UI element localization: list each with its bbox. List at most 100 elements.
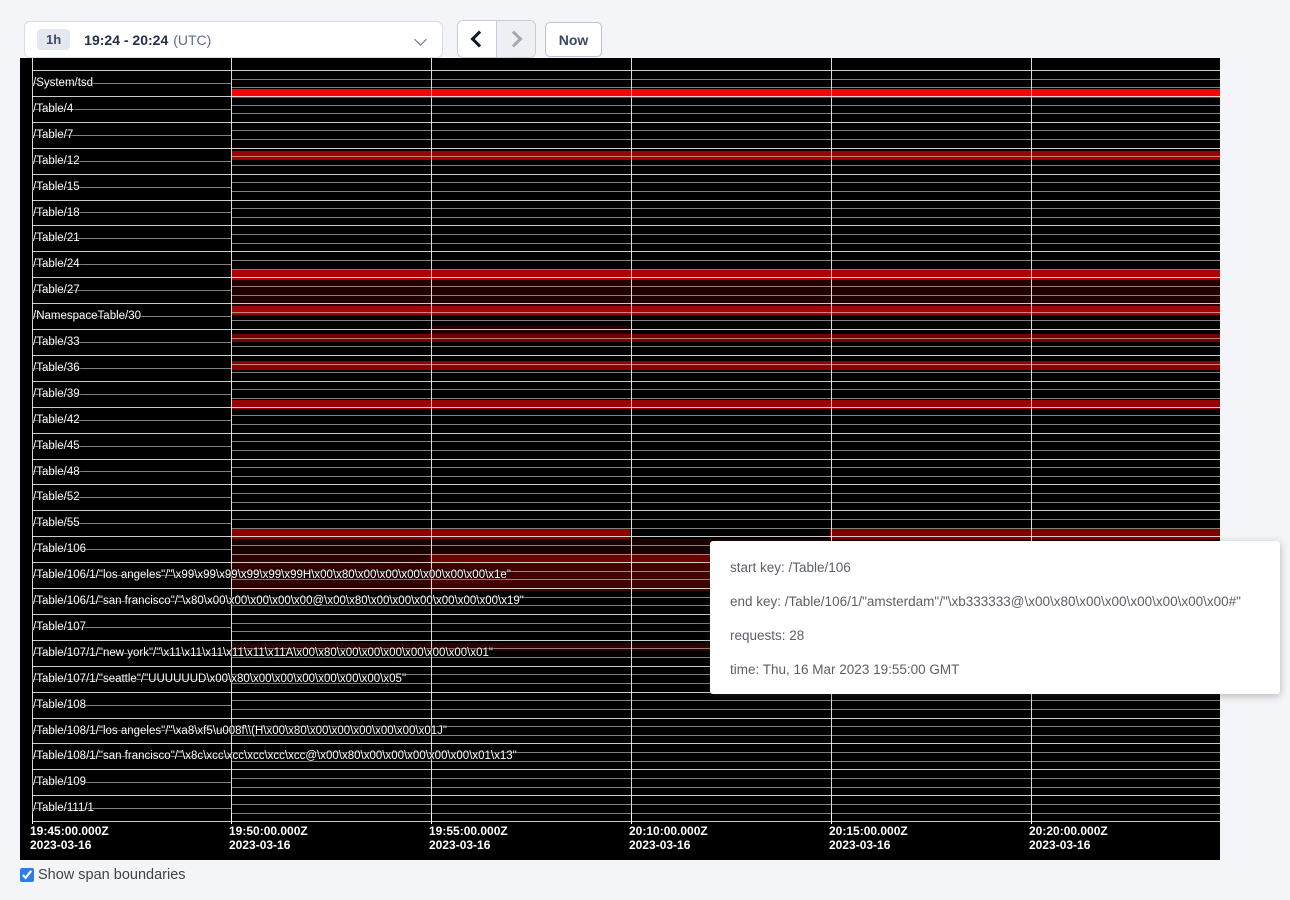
span-boundary-line: [231, 700, 1220, 701]
row-label: /Table/107/1/"new york"/"\x11\x11\x11\x1…: [33, 647, 493, 660]
span-boundary-line: [32, 536, 1220, 537]
axis-date-label: 2023-03-16: [829, 838, 890, 852]
row-label: /Table/106/1/"los angeles"/"\x99\x99\x99…: [33, 569, 511, 582]
show-span-boundaries-checkbox[interactable]: [20, 868, 34, 882]
tooltip-start-key: start key: /Table/106: [730, 558, 1260, 578]
span-boundary-line: [231, 476, 1220, 477]
previous-range-button[interactable]: [458, 21, 496, 57]
span-boundary-line: [231, 709, 1220, 710]
row-label: /Table/45: [33, 440, 80, 453]
span-boundary-line: [231, 165, 1220, 166]
row-label: /Table/107/1/"seattle"/"UUUUUUD\x00\x80\…: [33, 673, 406, 686]
span-boundary-line: [231, 813, 1220, 814]
show-span-boundaries-label: Show span boundaries: [38, 867, 186, 883]
heatmap[interactable]: /System/tsd/Table/4/Table/7/Table/12/Tab…: [20, 58, 1220, 860]
heat-band: [232, 306, 1220, 315]
axis-tick: [231, 814, 232, 824]
row-label: /Table/109: [33, 776, 86, 789]
axis-tick: [431, 814, 432, 824]
span-boundary-line: [231, 389, 1220, 390]
span-boundary-line: [231, 528, 1220, 529]
span-boundary-line: [231, 502, 1220, 503]
heat-band: [232, 280, 1220, 306]
row-label: /Table/52: [33, 491, 80, 504]
row-label: /Table/111/1: [33, 802, 94, 815]
span-boundary-line: [231, 269, 1220, 270]
show-span-boundaries-control[interactable]: Show span boundaries: [20, 867, 186, 883]
span-boundary-line: [32, 200, 1220, 201]
row-label: /Table/15: [33, 181, 80, 194]
span-boundary-line: [231, 519, 1220, 520]
span-boundary-line: [32, 433, 1220, 434]
span-boundary-line: [231, 364, 1220, 365]
axis-time-label: 19:50:00.000Z: [229, 824, 308, 838]
tooltip-end-key: end key: /Table/106/1/"amsterdam"/"\xb33…: [730, 592, 1260, 612]
heat-band: [232, 270, 1220, 280]
time-bucket-boundary-line: [431, 58, 432, 821]
span-boundary-line: [231, 295, 1220, 296]
chevron-left-icon: [471, 31, 488, 48]
span-boundary-line: [32, 718, 1220, 719]
span-boundary-line: [231, 778, 1220, 779]
span-boundary-line: [231, 113, 1220, 114]
row-label: /Table/24: [33, 258, 80, 271]
span-boundary-line: [231, 372, 1220, 373]
key-visualizer-page: 1h 19:24 - 20:24 (UTC) Now /System/tsd/T…: [0, 0, 1290, 900]
span-boundary-line: [231, 787, 1220, 788]
span-boundary-line: [231, 493, 1220, 494]
span-boundary-line: [32, 381, 1220, 382]
time-bucket-boundary-line: [1031, 58, 1032, 821]
span-boundary-line: [32, 743, 1220, 744]
time-nav-button-group: [457, 20, 536, 58]
axis-tick: [831, 814, 832, 824]
span-boundary-line: [32, 355, 1220, 356]
span-boundary-line: [231, 243, 1220, 244]
next-range-button[interactable]: [496, 21, 535, 57]
axis-tick: [631, 814, 632, 824]
now-button[interactable]: Now: [545, 22, 602, 57]
tooltip-time: time: Thu, 16 Mar 2023 19:55:00 GMT: [730, 660, 1260, 680]
span-boundary-line: [231, 217, 1220, 218]
span-boundary-line: [32, 225, 1220, 226]
axis-tick: [1031, 814, 1032, 824]
row-label: /Table/7: [33, 129, 73, 142]
time-bucket-boundary-line: [631, 58, 632, 821]
span-boundary-line: [231, 338, 1220, 339]
span-boundary-line: [231, 79, 1220, 80]
hover-tooltip: start key: /Table/106 end key: /Table/10…: [710, 541, 1280, 694]
span-boundary-line: [32, 251, 1220, 252]
span-boundary-line: [32, 122, 1220, 123]
span-boundary-line: [32, 277, 1220, 278]
time-zone-label: (UTC): [173, 32, 211, 48]
span-boundary-line: [231, 130, 1220, 131]
axis-time-label: 20:15:00.000Z: [829, 824, 908, 838]
axis-time-label: 20:10:00.000Z: [629, 824, 708, 838]
span-boundary-line: [32, 484, 1220, 485]
row-label: /Table/42: [33, 414, 80, 427]
row-label: /Table/108: [33, 699, 86, 712]
axis-date-label: 2023-03-16: [1029, 838, 1090, 852]
span-boundary-line: [231, 450, 1220, 451]
span-boundary-line: [231, 286, 1220, 287]
span-boundary-line: [231, 804, 1220, 805]
row-label: /Table/39: [33, 388, 80, 401]
tooltip-requests: requests: 28: [730, 626, 1260, 646]
span-boundary-line: [32, 329, 1220, 330]
row-label: /Table/36: [33, 362, 80, 375]
axis-date-label: 2023-03-16: [229, 838, 290, 852]
span-boundary-line: [32, 407, 1220, 408]
span-boundary-line: [231, 87, 1220, 88]
span-boundary-line: [32, 174, 1220, 175]
time-range-selector[interactable]: 1h 19:24 - 20:24 (UTC): [24, 21, 443, 58]
time-bucket-boundary-line: [831, 58, 832, 821]
heat-band: [232, 554, 430, 562]
span-boundary-line: [231, 234, 1220, 235]
row-label: /Table/21: [33, 232, 80, 245]
row-label: /Table/18: [33, 207, 80, 220]
span-boundary-line: [231, 312, 1220, 313]
row-label: /Table/106: [33, 543, 86, 556]
span-boundary-line: [32, 821, 1220, 822]
axis-time-label: 19:55:00.000Z: [429, 824, 508, 838]
axis-date-label: 2023-03-16: [429, 838, 490, 852]
span-boundary-line: [32, 148, 1220, 149]
